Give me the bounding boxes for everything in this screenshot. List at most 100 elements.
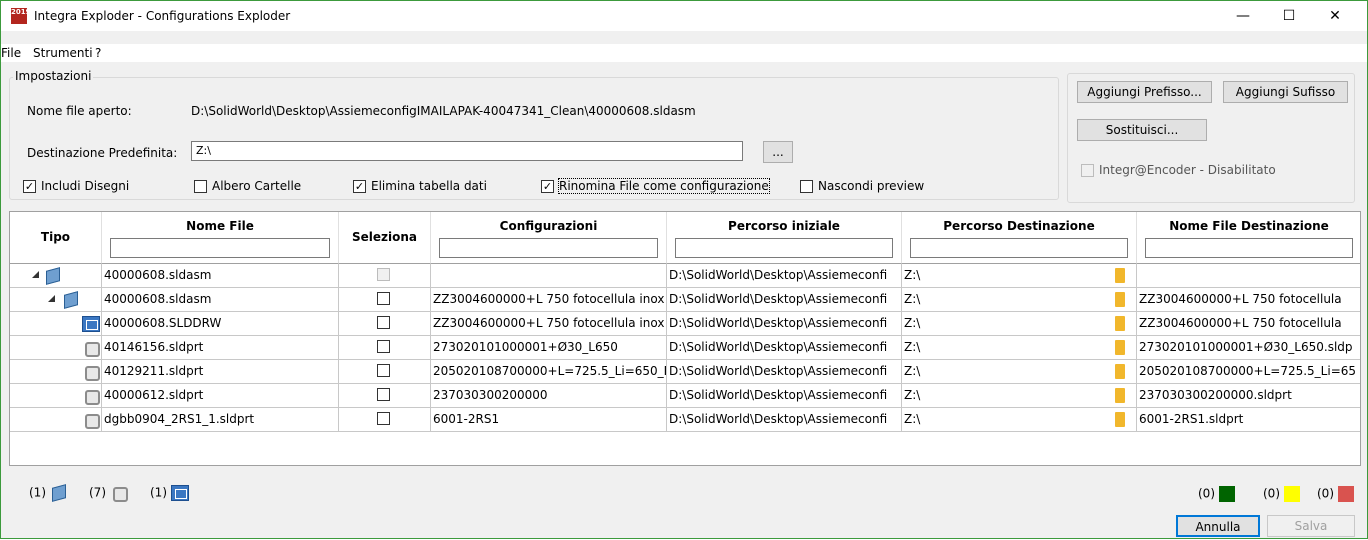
select-cell	[339, 408, 431, 432]
initial-path-cell: D:\SolidWorld\Desktop\Assiemeconfi	[667, 264, 902, 288]
destination-name-cell: 237030300200000.sldprt	[1137, 384, 1360, 408]
file-name-cell: 40000612.sldprt	[102, 384, 339, 408]
folder-icon[interactable]	[1115, 268, 1125, 283]
table-row[interactable]: 40000608.sldasm ZZ3004600000+L 750 fotoce…	[10, 288, 1360, 312]
destination-path-cell: Z:\	[902, 264, 1137, 288]
green-square-icon	[1218, 486, 1235, 502]
file-name-cell: 40000608.sldasm	[102, 288, 339, 312]
delete-table-label: Elimina tabella dati	[371, 179, 487, 193]
table-row[interactable]: 40000612.sldprt 237030300200000 D:\SolidWo…	[10, 384, 1360, 408]
count-text: (7)	[89, 485, 106, 500]
assembly-icon	[44, 268, 62, 284]
drawing-count: (1)	[150, 485, 189, 501]
part-count: (7)	[89, 485, 128, 502]
destination-path-text: Z:\	[904, 268, 921, 282]
column-header-name[interactable]: Nome File	[102, 212, 339, 264]
drawing-icon	[170, 485, 189, 501]
type-cell	[10, 312, 102, 336]
folder-icon[interactable]	[1115, 292, 1125, 307]
destination-name-cell: 6001-2RS1.sldprt	[1137, 408, 1360, 432]
filter-initial-path-input[interactable]	[675, 238, 893, 258]
folder-icon[interactable]	[1115, 340, 1125, 355]
table-row[interactable]: 40000608.sldasm D:\SolidWorld\Desktop\Ass…	[10, 264, 1360, 288]
table-row[interactable]: 40146156.sldprt 273020101000001+Ø30_L650 D…	[10, 336, 1360, 360]
unchecked-box-icon	[194, 179, 207, 193]
status-yellow: (0)	[1263, 486, 1300, 502]
filter-destination-path-input[interactable]	[910, 238, 1128, 258]
status-count: (0)	[1317, 486, 1334, 501]
check-icon: ✓	[353, 179, 366, 193]
table-row[interactable]: 40129211.sldprt 205020108700000+L=725.5_L…	[10, 360, 1360, 384]
select-cell	[339, 336, 431, 360]
table-row[interactable]: dgbb0904_2RS1_1.sldprt 6001-2RS1 D:\SolidW…	[10, 408, 1360, 432]
encoder-label: Integr@Encoder - Disabilitato	[1099, 163, 1276, 177]
destination-label: Destinazione Predefinita:	[27, 146, 178, 160]
select-checkbox[interactable]	[377, 340, 390, 353]
select-checkbox[interactable]	[377, 316, 390, 329]
folder-icon[interactable]	[1115, 388, 1125, 403]
column-header-type[interactable]: Tipo	[10, 212, 102, 264]
folder-icon[interactable]	[1115, 316, 1125, 331]
include-drawings-label: Includi Disegni	[41, 179, 130, 193]
select-checkbox[interactable]	[377, 364, 390, 377]
select-cell	[339, 264, 431, 288]
folder-icon[interactable]	[1115, 412, 1125, 427]
menu-file[interactable]: File	[1, 46, 21, 60]
select-checkbox[interactable]	[377, 388, 390, 401]
column-header-destination-path[interactable]: Percorso Destinazione	[902, 212, 1137, 264]
cancel-button[interactable]: Annulla	[1176, 515, 1260, 537]
part-icon	[82, 388, 100, 405]
table-row[interactable]: 40000608.SLDDRW ZZ3004600000+L 750 fotoce…	[10, 312, 1360, 336]
column-header-select[interactable]: Seleziona	[339, 212, 431, 264]
folder-icon[interactable]	[1115, 364, 1125, 379]
add-prefix-button[interactable]: Aggiungi Prefisso...	[1077, 81, 1212, 103]
column-header-destination-name[interactable]: Nome File Destinazione	[1137, 212, 1360, 264]
file-name-cell: 40129211.sldprt	[102, 360, 339, 384]
menu-tools[interactable]: Strumenti	[33, 46, 93, 60]
maximize-button[interactable]: ☐	[1267, 1, 1311, 31]
folder-tree-checkbox[interactable]: Albero Cartelle	[194, 179, 301, 193]
part-icon	[82, 412, 100, 429]
encoder-checkbox: Integr@Encoder - Disabilitato	[1081, 163, 1276, 177]
destination-input[interactable]: Z:\	[191, 141, 743, 161]
assembly-icon	[50, 485, 68, 501]
column-header-configurations[interactable]: Configurazioni	[431, 212, 667, 264]
initial-path-cell: D:\SolidWorld\Desktop\Assiemeconfi	[667, 384, 902, 408]
expand-toggle-icon[interactable]	[48, 295, 55, 302]
open-file-value: D:\SolidWorld\Desktop\AssiemeconfigIMAIL…	[191, 104, 696, 118]
hide-preview-checkbox[interactable]: Nascondi preview	[800, 179, 924, 193]
menu-help[interactable]: ?	[95, 46, 101, 60]
close-button[interactable]: ✕	[1313, 1, 1357, 31]
column-label: Configurazioni	[499, 219, 598, 233]
column-header-initial-path[interactable]: Percorso iniziale	[667, 212, 902, 264]
replace-button[interactable]: Sostituisci...	[1077, 119, 1207, 141]
menu-bar: File Strumenti ?	[1, 44, 1367, 62]
add-suffix-button[interactable]: Aggiungi Sufisso	[1223, 81, 1348, 103]
select-cell	[339, 312, 431, 336]
rename-config-checkbox[interactable]: ✓ Rinomina File come configurazione	[541, 178, 770, 194]
save-button[interactable]: Salva	[1267, 515, 1355, 537]
filter-destination-name-input[interactable]	[1145, 238, 1353, 258]
column-label: Nome File Destinazione	[1169, 219, 1329, 233]
destination-path-cell: Z:\	[902, 288, 1137, 312]
include-drawings-checkbox[interactable]: ✓ Includi Disegni	[23, 179, 129, 193]
app-logo-icon: 2019	[11, 8, 30, 24]
open-file-label: Nome file aperto:	[27, 104, 132, 118]
type-cell	[10, 384, 102, 408]
select-checkbox[interactable]	[377, 292, 390, 305]
destination-path-cell: Z:\	[902, 384, 1137, 408]
destination-path-cell: Z:\	[902, 336, 1137, 360]
browse-button[interactable]: ...	[763, 141, 793, 163]
delete-table-checkbox[interactable]: ✓ Elimina tabella dati	[353, 179, 487, 193]
initial-path-cell: D:\SolidWorld\Desktop\Assiemeconfi	[667, 336, 902, 360]
expand-toggle-icon[interactable]	[32, 271, 39, 278]
destination-path-text: Z:\	[904, 316, 921, 330]
filter-name-input[interactable]	[110, 238, 330, 258]
title-bar: 2019 Integra Exploder - Configurations E…	[1, 1, 1367, 31]
select-checkbox[interactable]	[377, 412, 390, 425]
configuration-cell	[431, 264, 667, 288]
initial-path-cell: D:\SolidWorld\Desktop\Assiemeconfi	[667, 288, 902, 312]
minimize-button[interactable]: —	[1221, 1, 1265, 31]
select-cell	[339, 360, 431, 384]
filter-configurations-input[interactable]	[439, 238, 658, 258]
